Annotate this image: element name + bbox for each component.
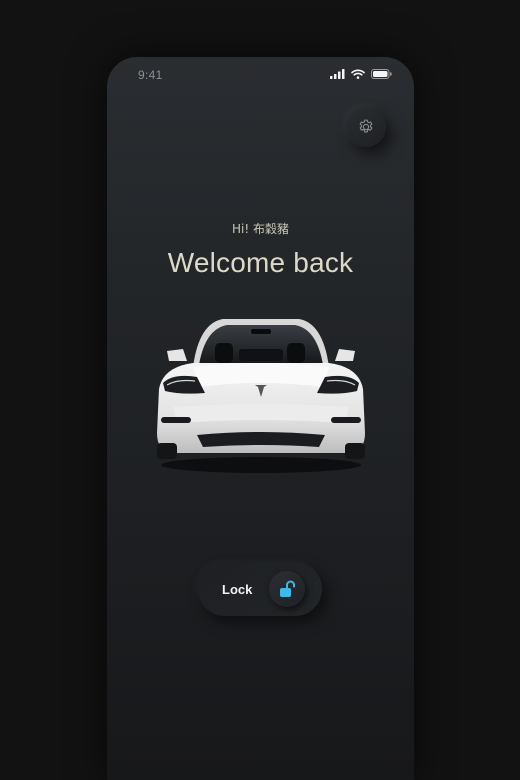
unlocked-padlock-icon	[280, 580, 295, 597]
gear-icon	[359, 119, 373, 133]
page-title: Welcome back	[167, 247, 354, 278]
lock-icon-button[interactable]	[269, 571, 305, 607]
battery-icon	[371, 69, 392, 79]
settings-button[interactable]	[346, 107, 386, 147]
lock-toggle-button[interactable]: Lock	[198, 562, 322, 616]
signal-bars-icon	[330, 69, 345, 79]
phone-screen: 9:41 Hi! 布穀豬 Welcome back Lock	[107, 57, 414, 780]
status-icons	[330, 69, 392, 79]
lock-label: Lock	[222, 582, 253, 597]
greeting-text: Hi! 布穀豬	[232, 222, 289, 236]
status-bar: 9:41	[107, 57, 414, 93]
car-image	[157, 319, 365, 473]
status-time: 9:41	[138, 68, 163, 82]
wifi-icon	[351, 69, 365, 79]
